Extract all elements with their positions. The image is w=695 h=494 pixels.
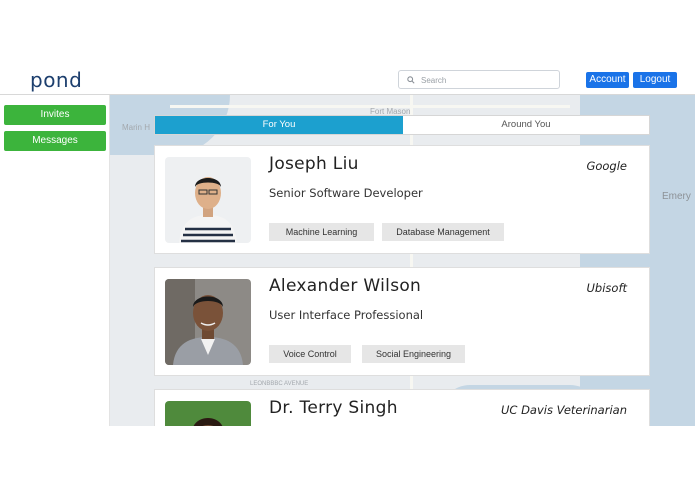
profile-card[interactable]: Dr. Terry Singh UC Davis Veterinarian bbox=[154, 389, 650, 426]
profile-photo bbox=[165, 279, 251, 365]
skill-tag[interactable]: Social Engineering bbox=[362, 345, 465, 363]
person-avatar-icon bbox=[165, 401, 251, 426]
profile-name: Dr. Terry Singh bbox=[269, 398, 398, 418]
profile-company: Google bbox=[586, 159, 627, 173]
sidebar: Invites Messages bbox=[0, 95, 110, 426]
logout-button[interactable]: Logout bbox=[633, 72, 677, 88]
person-avatar-icon bbox=[165, 157, 251, 243]
logo[interactable]: pond bbox=[30, 68, 82, 92]
person-avatar-icon bbox=[165, 279, 251, 365]
sidebar-item-messages[interactable]: Messages bbox=[4, 131, 106, 151]
tab-for-you[interactable]: For You bbox=[155, 116, 403, 134]
profile-title: User Interface Professional bbox=[269, 308, 424, 322]
sidebar-item-invites[interactable]: Invites bbox=[4, 105, 106, 125]
tab-around-you[interactable]: Around You bbox=[403, 116, 649, 134]
skill-tag[interactable]: Voice Control bbox=[269, 345, 351, 363]
top-header: pond Account Logout bbox=[0, 66, 695, 95]
search-input[interactable] bbox=[419, 73, 559, 88]
app-window: Marin H Fort Mason Emery LEONBBBC AVENUE… bbox=[0, 66, 695, 426]
map-label: Marin H bbox=[122, 123, 151, 132]
profile-card[interactable]: Joseph Liu Senior Software Developer Goo… bbox=[154, 145, 650, 254]
map-label: LEONBBBC AVENUE bbox=[250, 381, 309, 387]
profile-title: Senior Software Developer bbox=[269, 186, 423, 200]
skill-tag[interactable]: Database Management bbox=[382, 223, 504, 241]
profile-name: Joseph Liu bbox=[269, 154, 359, 174]
profile-photo bbox=[165, 157, 251, 243]
profile-company: UC Davis Veterinarian bbox=[500, 403, 627, 417]
search-icon bbox=[407, 76, 415, 84]
search-box[interactable] bbox=[398, 70, 560, 89]
skill-tag[interactable]: Machine Learning bbox=[269, 223, 374, 241]
profile-card[interactable]: Alexander Wilson User Interface Professi… bbox=[154, 267, 650, 376]
feed-tabs: For You Around You bbox=[154, 115, 650, 135]
account-button[interactable]: Account bbox=[586, 72, 629, 88]
profile-name: Alexander Wilson bbox=[269, 276, 422, 296]
profile-company: Ubisoft bbox=[586, 281, 628, 295]
map-label: Emery bbox=[662, 191, 691, 202]
profile-photo bbox=[165, 401, 251, 426]
